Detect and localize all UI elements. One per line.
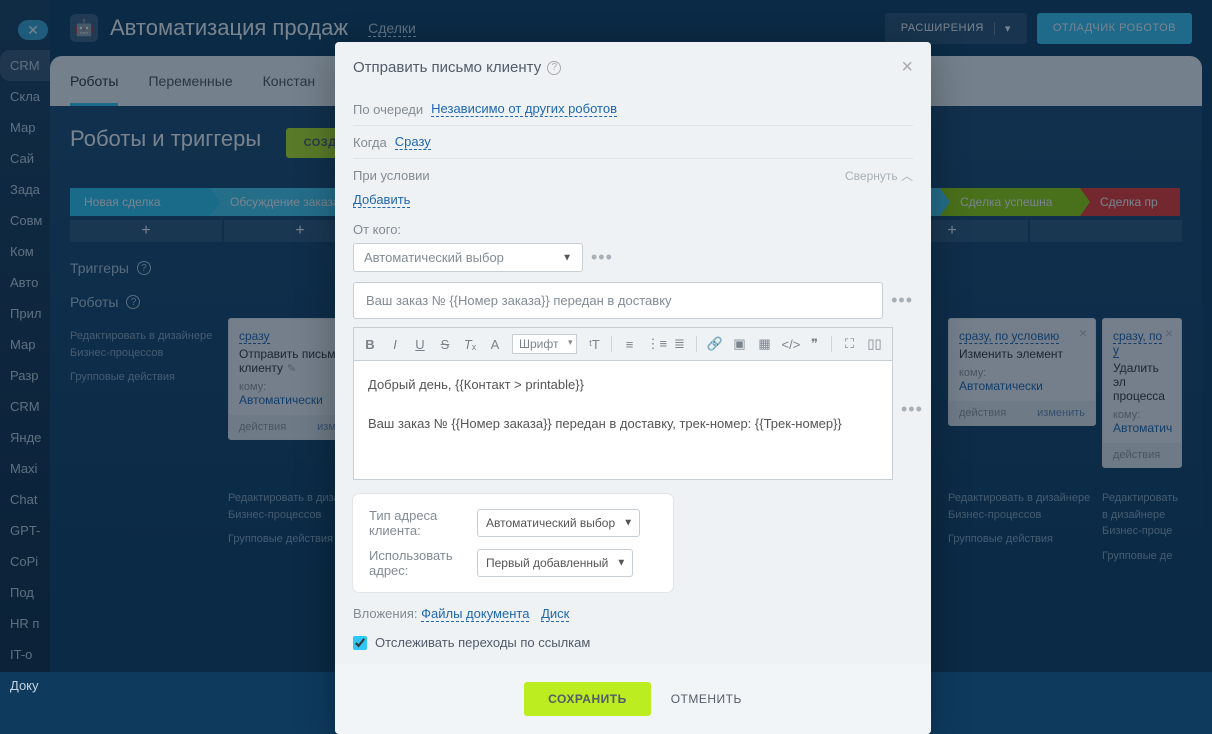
queue-row: По очереди Независимо от других роботов <box>353 93 913 125</box>
underline-icon[interactable]: U <box>412 337 428 352</box>
subject-input[interactable] <box>353 282 883 319</box>
more-icon[interactable]: ••• <box>901 399 923 420</box>
cancel-button[interactable]: ОТМЕНИТЬ <box>671 692 742 706</box>
align-icon[interactable]: ≣ <box>671 336 687 352</box>
split-icon[interactable]: ▯▯ <box>866 336 882 352</box>
code-icon[interactable]: </> <box>781 337 797 352</box>
queue-value[interactable]: Независимо от других роботов <box>431 101 617 117</box>
track-links-label: Отслеживать переходы по ссылкам <box>375 635 590 650</box>
editor-body[interactable]: Добрый день, {{Контакт > printable}} Ваш… <box>353 360 893 480</box>
editor-toolbar: B I U S Tₓ A Шрифт ᵗT ≡ ⋮≡ ≣ 🔗 ▣ ▦ </ <box>353 327 893 360</box>
address-type-select[interactable]: Автоматический выбор▼ <box>477 509 640 537</box>
collapse-link[interactable]: Свернуть ︿ <box>845 167 913 184</box>
add-condition-link[interactable]: Добавить <box>353 192 410 208</box>
more-icon[interactable]: ••• <box>591 247 613 268</box>
sidebar-item[interactable]: Доку <box>0 670 50 701</box>
attach-doc-link[interactable]: Файлы документа <box>421 606 529 622</box>
text-color-icon[interactable]: A <box>487 337 503 352</box>
robot-settings-modal: Отправить письмо клиенту ? × По очереди … <box>335 42 931 734</box>
from-select[interactable]: Автоматический выбор▼ <box>353 243 583 272</box>
strike-icon[interactable]: S <box>437 337 453 352</box>
italic-icon[interactable]: I <box>387 337 403 352</box>
modal-title: Отправить письмо клиенту <box>353 59 541 76</box>
link-icon[interactable]: 🔗 <box>706 336 722 352</box>
condition-row: При условии Свернуть ︿ <box>353 158 913 192</box>
table-icon[interactable]: ▦ <box>756 336 772 352</box>
when-value[interactable]: Сразу <box>395 134 431 150</box>
fullscreen-icon[interactable]: ⛶ <box>841 336 857 352</box>
when-row: Когда Сразу <box>353 125 913 158</box>
use-address-select[interactable]: Первый добавленный▼ <box>477 549 633 577</box>
attach-disk-link[interactable]: Диск <box>541 606 569 622</box>
font-select[interactable]: Шрифт <box>512 334 577 354</box>
font-size-icon[interactable]: ᵗT <box>586 337 602 352</box>
help-icon[interactable]: ? <box>547 61 561 75</box>
close-icon[interactable]: × <box>901 56 913 79</box>
clear-format-icon[interactable]: Tₓ <box>462 337 478 352</box>
image-icon[interactable]: ▣ <box>731 336 747 352</box>
more-icon[interactable]: ••• <box>891 290 913 311</box>
save-button[interactable]: СОХРАНИТЬ <box>524 682 651 716</box>
bold-icon[interactable]: B <box>362 337 378 352</box>
ul-icon[interactable]: ⋮≡ <box>646 336 662 352</box>
address-settings-panel: Тип адреса клиента: Автоматический выбор… <box>353 494 673 592</box>
from-label: От кого: <box>353 222 913 237</box>
attachments-row: Вложения: Файлы документа Диск <box>353 606 913 621</box>
quote-icon[interactable]: ❞ <box>806 336 822 352</box>
track-links-checkbox[interactable] <box>353 636 367 650</box>
ol-icon[interactable]: ≡ <box>621 337 637 352</box>
